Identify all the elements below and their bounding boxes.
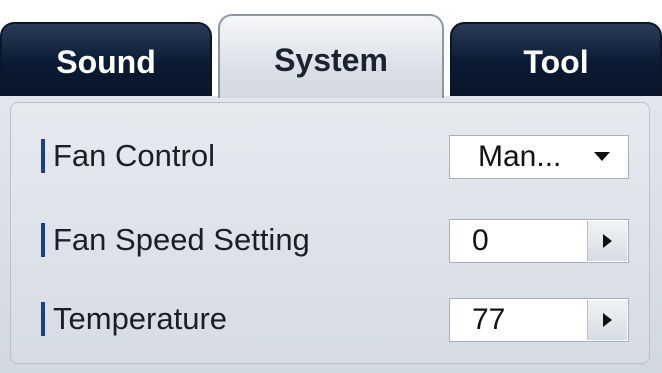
tab-sound-label: Sound	[56, 43, 156, 80]
setting-row-fan-speed: Fan Speed Setting 0	[11, 210, 649, 270]
fan-speed-stepper[interactable]: 0	[449, 219, 629, 263]
temperature-label: Temperature	[53, 301, 228, 336]
tab-tool[interactable]: Tool	[450, 22, 662, 96]
system-settings-panel: Fan Control Man... Fan Speed Setting 0 T…	[0, 96, 662, 373]
tab-system[interactable]: System	[218, 14, 444, 98]
tab-system-label: System	[274, 41, 388, 78]
tab-tool-label: Tool	[523, 43, 589, 80]
setting-row-fan-control: Fan Control Man...	[11, 126, 649, 186]
settings-group: Fan Control Man... Fan Speed Setting 0 T…	[10, 102, 650, 364]
fan-speed-value: 0	[472, 224, 489, 257]
label-marker	[41, 302, 45, 336]
fan-control-label: Fan Control	[53, 138, 215, 173]
temperature-arrow-button[interactable]	[587, 300, 627, 340]
temperature-stepper[interactable]: 77	[449, 298, 629, 342]
fan-speed-arrow-button[interactable]	[587, 221, 627, 261]
setting-row-temperature: Temperature 77	[11, 289, 649, 349]
arrow-right-icon	[603, 234, 612, 248]
fan-control-value: Man...	[478, 140, 562, 173]
temperature-value: 77	[472, 303, 506, 336]
arrow-right-icon	[603, 313, 612, 327]
fan-speed-setting-label: Fan Speed Setting	[53, 222, 310, 257]
chevron-down-icon	[594, 152, 610, 161]
fan-control-dropdown[interactable]: Man...	[449, 135, 629, 179]
tab-bar: Sound System Tool	[0, 0, 662, 98]
tab-sound[interactable]: Sound	[0, 22, 212, 96]
label-marker	[41, 139, 45, 173]
label-marker	[41, 223, 45, 257]
